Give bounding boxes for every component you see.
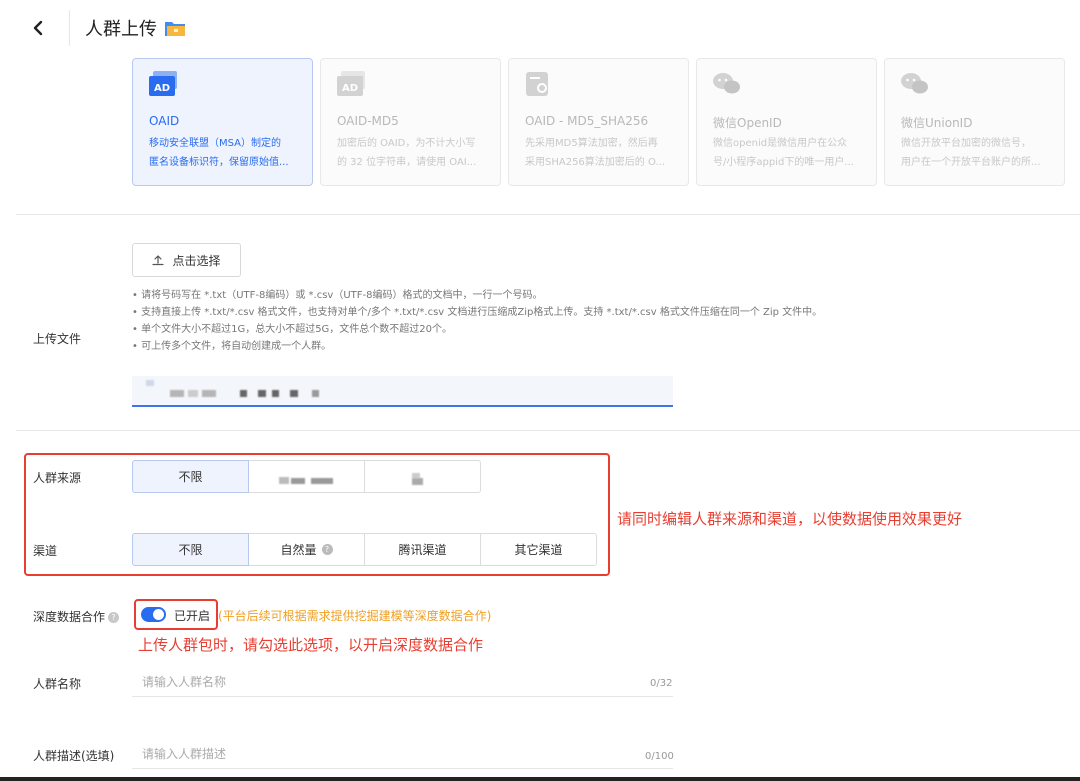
page-header: 人群上传 (0, 0, 1080, 58)
blurred-text (312, 390, 319, 397)
hash-doc-icon (526, 72, 548, 96)
toggle-state-label: 已开启 (174, 609, 211, 623)
blurred-text (188, 390, 198, 397)
blurred-text (202, 390, 216, 397)
upload-tip: • 支持直接上传 *.txt/*.csv 格式文件，也支持对单个/多个 *.tx… (132, 307, 823, 318)
id-card-title: 微信OpenID (713, 116, 782, 130)
ad-icon: AD (149, 71, 177, 96)
blurred-text (272, 390, 279, 397)
section-divider (16, 430, 1080, 431)
folder-icon (165, 22, 185, 36)
id-card-desc: 加密后的 OAID，为不计大小写 的 32 位字符串，请使用 OAI... (337, 138, 477, 168)
id-card-oaid-md5[interactable]: AD OAID-MD5 加密后的 OAID，为不计大小写 的 32 位字符串，请… (320, 58, 501, 186)
svg-text:AD: AD (154, 83, 170, 94)
blurred-text (291, 478, 305, 484)
uploaded-file-item[interactable] (132, 376, 673, 407)
upload-icon (152, 255, 165, 266)
crowd-description-input[interactable] (132, 739, 673, 769)
upload-tip: • 请将号码写在 *.txt（UTF-8编码）或 *.csv（UTF-8编码）格… (132, 290, 543, 301)
channel-option-organic[interactable]: 自然量 ? (248, 533, 365, 566)
name-label: 人群名称 (33, 677, 82, 691)
channel-option-other[interactable]: 其它渠道 (480, 533, 597, 566)
blurred-text (240, 390, 247, 397)
blurred-text (290, 390, 298, 397)
deep-coop-label-text: 深度数据合作 (33, 610, 106, 624)
bottom-border (0, 777, 1080, 781)
source-channel-annotation: 请同时编辑人群来源和渠道，以使数据使用效果更好 (617, 510, 963, 528)
choose-file-button[interactable]: 点击选择 (132, 243, 241, 277)
header-divider (69, 10, 70, 46)
blurred-file-icon (146, 380, 154, 386)
upload-tip: • 可上传多个文件，将自动创建成一个人群。 (132, 341, 332, 352)
id-card-desc: 微信开放平台加密的微信号， 用户在一个开放平台账户的所... (901, 138, 1041, 168)
channel-option-tencent[interactable]: 腾讯渠道 (364, 533, 481, 566)
channel-option-unlimited[interactable]: 不限 (132, 533, 249, 566)
source-option-3[interactable] (364, 460, 481, 493)
id-card-title: OAID - MD5_SHA256 (525, 114, 649, 128)
deep-coop-label: 深度数据合作? (33, 608, 120, 625)
ad-icon: AD (337, 71, 365, 96)
channel-label: 渠道 (33, 544, 58, 558)
deep-coop-annotation: 上传人群包时，请勾选此选项，以开启深度数据合作 (138, 636, 484, 654)
upload-file-label: 上传文件 (33, 332, 82, 346)
back-arrow-icon[interactable] (28, 14, 50, 42)
deep-coop-toggle[interactable] (141, 607, 166, 622)
page-title: 人群上传 (85, 19, 157, 40)
id-card-oaid-md5-sha256[interactable]: OAID - MD5_SHA256 先采用MD5算法加密，然后再 采用SHA25… (508, 58, 689, 186)
help-icon[interactable]: ? (108, 612, 120, 623)
wechat-icon (713, 73, 740, 94)
blurred-text (258, 390, 266, 397)
id-card-desc: 先采用MD5算法加密，然后再 采用SHA256算法加密后的 O... (525, 138, 665, 168)
source-option-2[interactable] (248, 460, 365, 493)
crowd-name-input[interactable] (132, 667, 673, 697)
help-icon[interactable]: ? (321, 544, 333, 555)
id-card-oaid[interactable]: AD OAID 移动安全联盟（MSA）制定的 匿名设备标识符，保留原始值... (132, 58, 313, 186)
blurred-text (311, 478, 333, 484)
id-card-desc: 移动安全联盟（MSA）制定的 匿名设备标识符，保留原始值... (149, 138, 289, 168)
id-card-wechat-unionid[interactable]: 微信UnionID 微信开放平台加密的微信号， 用户在一个开放平台账户的所... (884, 58, 1065, 186)
id-card-title: OAID-MD5 (337, 114, 399, 128)
deep-coop-hint: (平台后续可根据需求提供挖掘建模等深度数据合作) (218, 609, 492, 623)
upload-tips: • 请将号码写在 *.txt（UTF-8编码）或 *.csv（UTF-8编码）格… (132, 287, 822, 355)
id-card-wechat-openid[interactable]: 微信OpenID 微信openid是微信用户在公众 号/小程序appid下的唯一… (696, 58, 877, 186)
description-label: 人群描述(选填) (33, 749, 115, 763)
source-label: 人群来源 (33, 471, 82, 485)
upload-tip: • 单个文件大小不超过1G，总大小不超过5G，文件总个数不超过20个。 (132, 324, 453, 335)
blurred-text (412, 478, 423, 485)
channel-option-label: 自然量 (280, 543, 317, 557)
blurred-text (170, 390, 184, 397)
source-option-unlimited[interactable]: 不限 (132, 460, 249, 493)
id-card-title: OAID (149, 114, 180, 128)
id-card-title: 微信UnionID (901, 116, 973, 130)
choose-file-label: 点击选择 (172, 253, 221, 268)
svg-text:AD: AD (342, 83, 358, 94)
wechat-icon (901, 73, 928, 94)
description-char-counter: 0/100 (645, 751, 674, 762)
source-segmented-control: 不限 (132, 460, 481, 493)
channel-segmented-control: 不限 自然量 ? 腾讯渠道 其它渠道 (132, 533, 597, 566)
blurred-text (279, 477, 289, 484)
name-char-counter: 0/32 (650, 678, 673, 689)
section-divider (16, 214, 1080, 215)
id-card-desc: 微信openid是微信用户在公众 号/小程序appid下的唯一用户... (713, 138, 854, 168)
